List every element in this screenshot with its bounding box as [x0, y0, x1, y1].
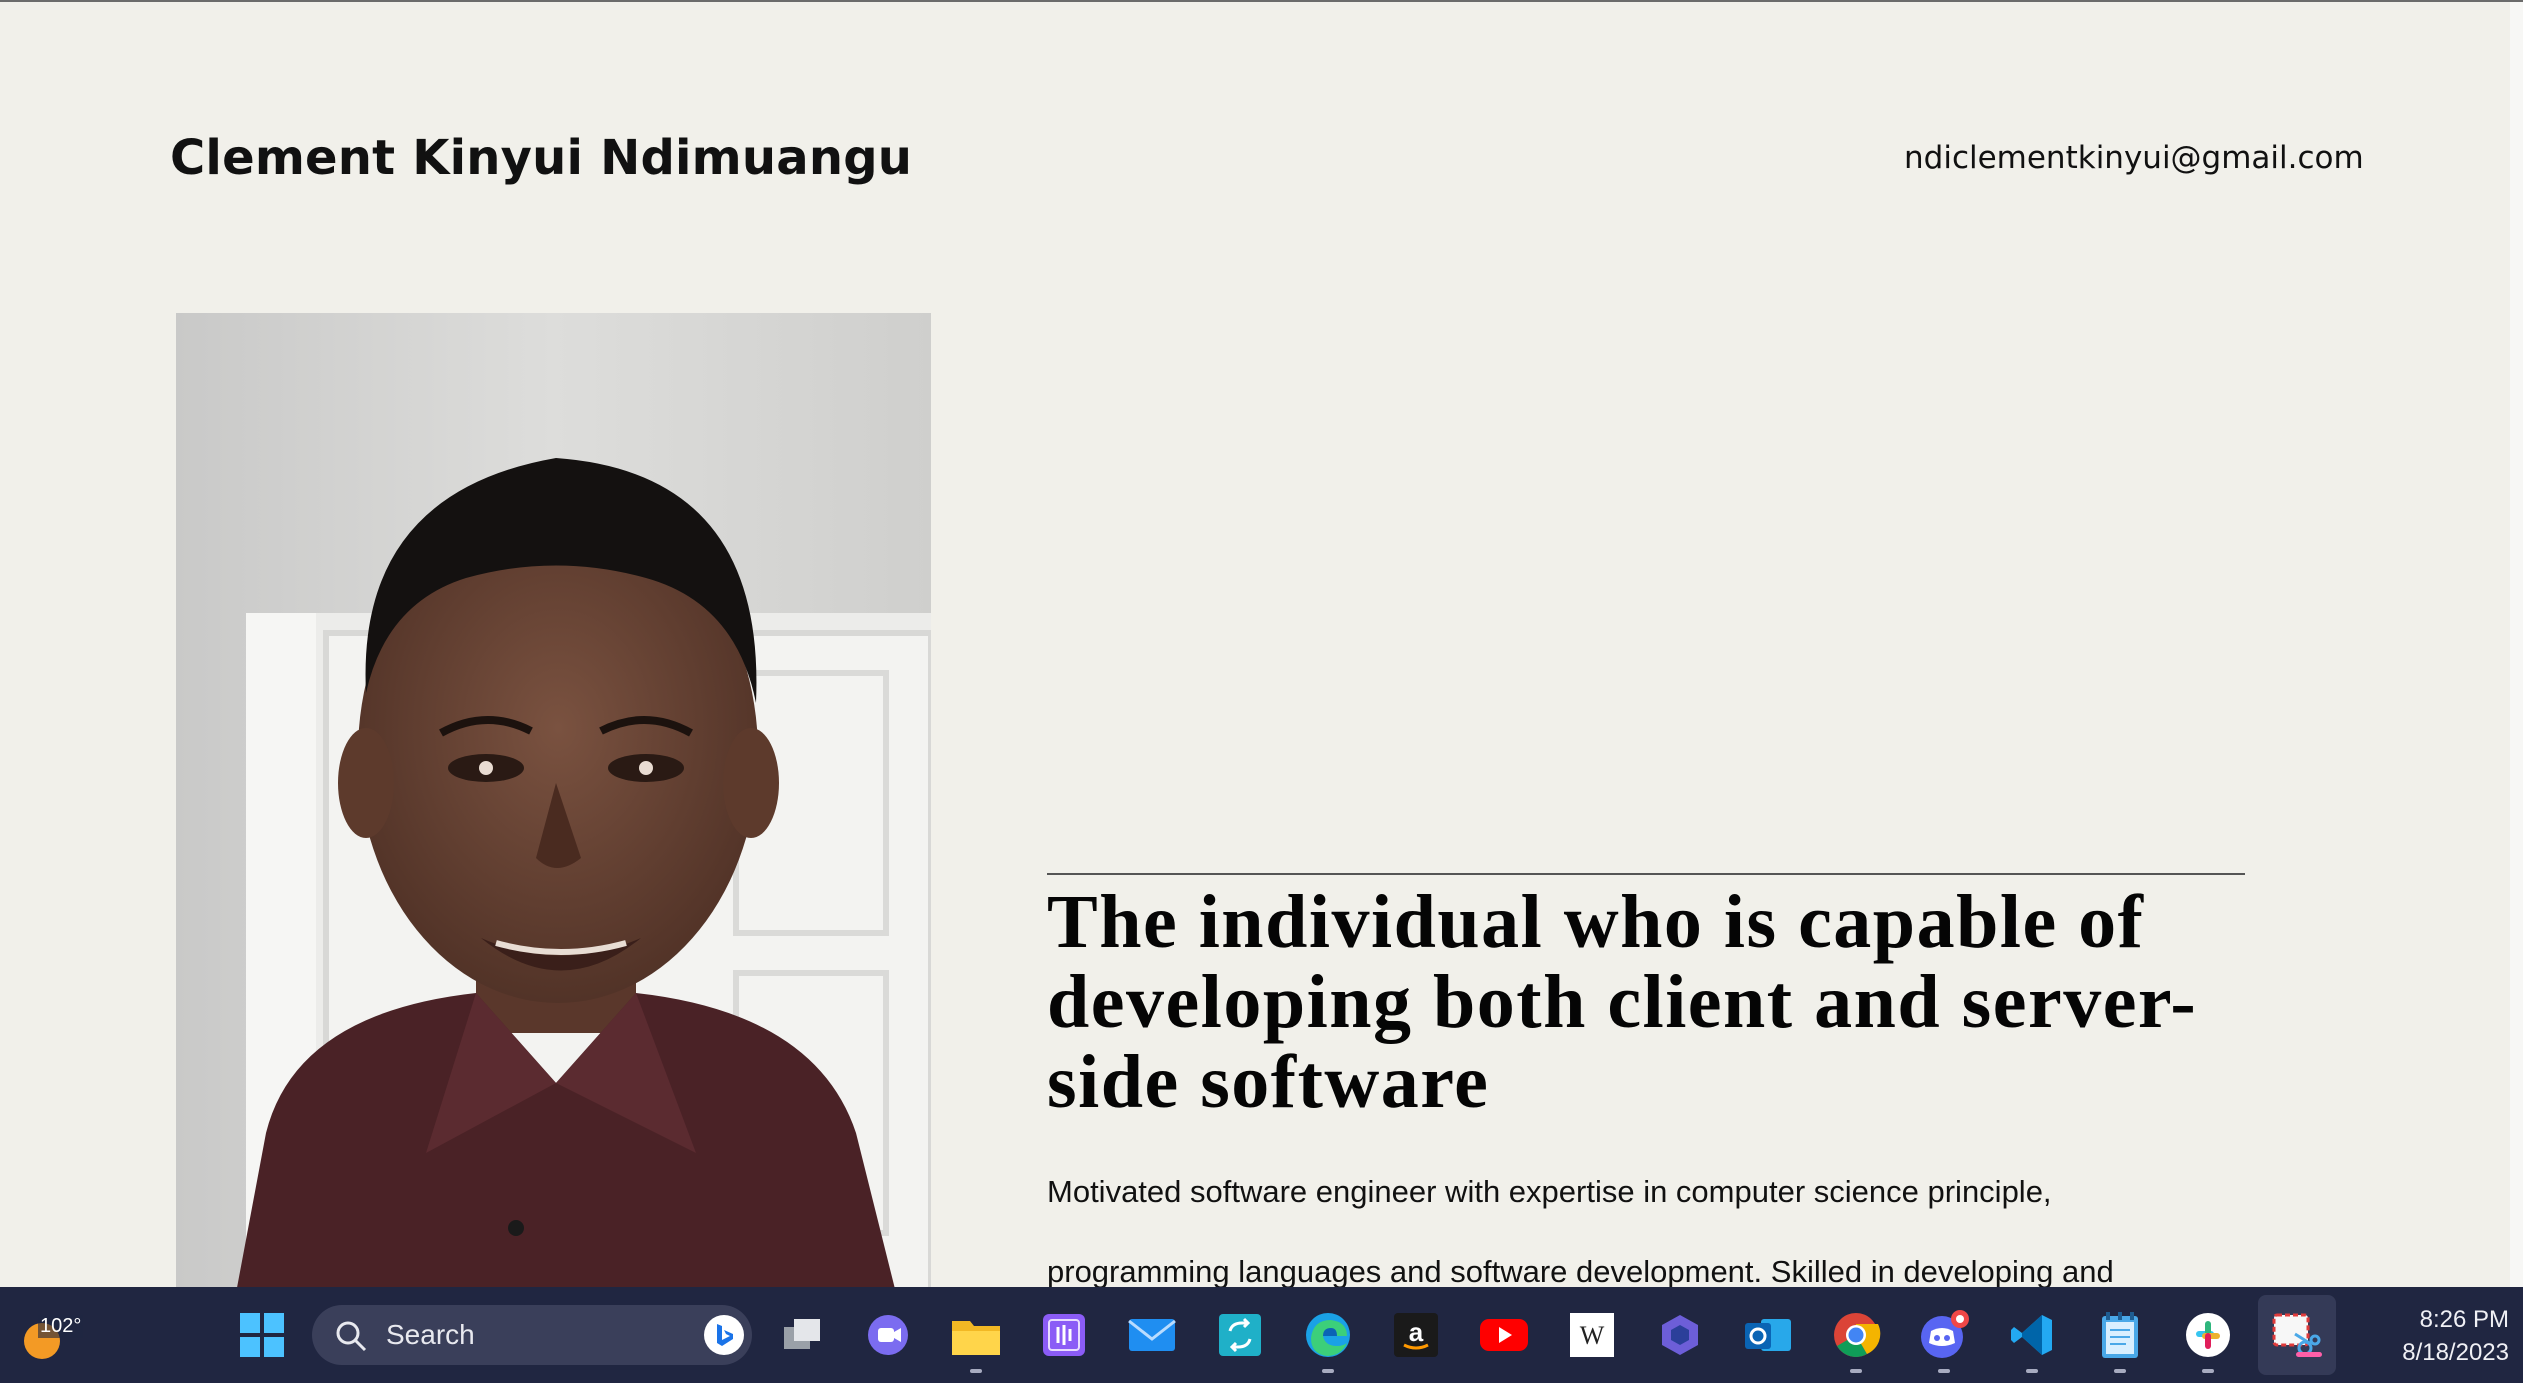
running-indicator [2026, 1369, 2038, 1373]
search-placeholder: Search [386, 1319, 475, 1350]
contact-email-link[interactable]: ndiclementkinyui@gmail.com [1904, 140, 2364, 176]
hero-divider [1047, 873, 2245, 875]
svg-text:a: a [1409, 1317, 1424, 1347]
running-indicator [1322, 1369, 1334, 1373]
edge-icon[interactable] [1302, 1309, 1354, 1373]
profile-photo [176, 313, 931, 1287]
taskbar-search-box[interactable]: Search [312, 1305, 752, 1365]
snipping-tool-icon[interactable] [2270, 1309, 2322, 1361]
amazon-icon[interactable]: a [1390, 1309, 1442, 1361]
search-icon [336, 1321, 367, 1352]
slack-icon[interactable] [2182, 1309, 2234, 1373]
teams-chat-icon[interactable] [862, 1309, 914, 1361]
bing-icon[interactable] [704, 1315, 744, 1355]
wikipedia-icon[interactable]: W [1566, 1309, 1618, 1361]
running-indicator [1850, 1369, 1862, 1373]
vscode-icon[interactable] [2006, 1309, 2058, 1373]
site-owner-name[interactable]: Clement Kinyui Ndimuangu [170, 130, 912, 186]
running-indicator [1938, 1369, 1950, 1373]
task-view-icon[interactable] [776, 1309, 828, 1361]
svg-text:W: W [1580, 1321, 1605, 1350]
clock-date: 8/18/2023 [2402, 1339, 2509, 1366]
hero-description-line: Motivated software engineer with experti… [1047, 1174, 2052, 1209]
mail-icon[interactable] [1126, 1309, 1178, 1361]
discord-icon[interactable] [1918, 1309, 1970, 1373]
hero-heading: The individual who is capable of develop… [1047, 880, 2198, 1124]
weather-temperature: 102° [38, 1315, 84, 1338]
system-clock[interactable]: 8:26 PM 8/18/2023 [2402, 1303, 2509, 1369]
youtube-icon[interactable] [1478, 1309, 1530, 1361]
windows-taskbar: 102° Search a W 8:26 PM 8/18/2023 [0, 1287, 2523, 1383]
running-indicator [970, 1369, 982, 1373]
chrome-icon[interactable] [1830, 1309, 1882, 1373]
running-indicator [2202, 1369, 2214, 1373]
hero-description: Motivated software engineer with experti… [1047, 1152, 2247, 1287]
file-explorer-icon[interactable] [950, 1309, 1002, 1373]
active-indicator [2296, 1352, 2322, 1357]
scrollbar-track[interactable] [2510, 2, 2523, 1287]
sync-app-icon[interactable] [1214, 1309, 1266, 1361]
widgets-app-icon[interactable] [1038, 1309, 1090, 1361]
start-icon[interactable] [236, 1309, 288, 1361]
outlook-icon[interactable] [1742, 1309, 1794, 1361]
notepad-icon[interactable] [2094, 1309, 2146, 1373]
running-indicator [2114, 1369, 2126, 1373]
hero-description-line: programming languages and software devel… [1047, 1254, 2114, 1287]
weather-widget[interactable]: 102° [18, 1311, 84, 1361]
portfolio-page: Clement Kinyui Ndimuangu ndiclementkinyu… [0, 2, 2510, 1287]
clock-time: 8:26 PM [2419, 1306, 2509, 1333]
copilot-icon[interactable] [1654, 1309, 1706, 1361]
